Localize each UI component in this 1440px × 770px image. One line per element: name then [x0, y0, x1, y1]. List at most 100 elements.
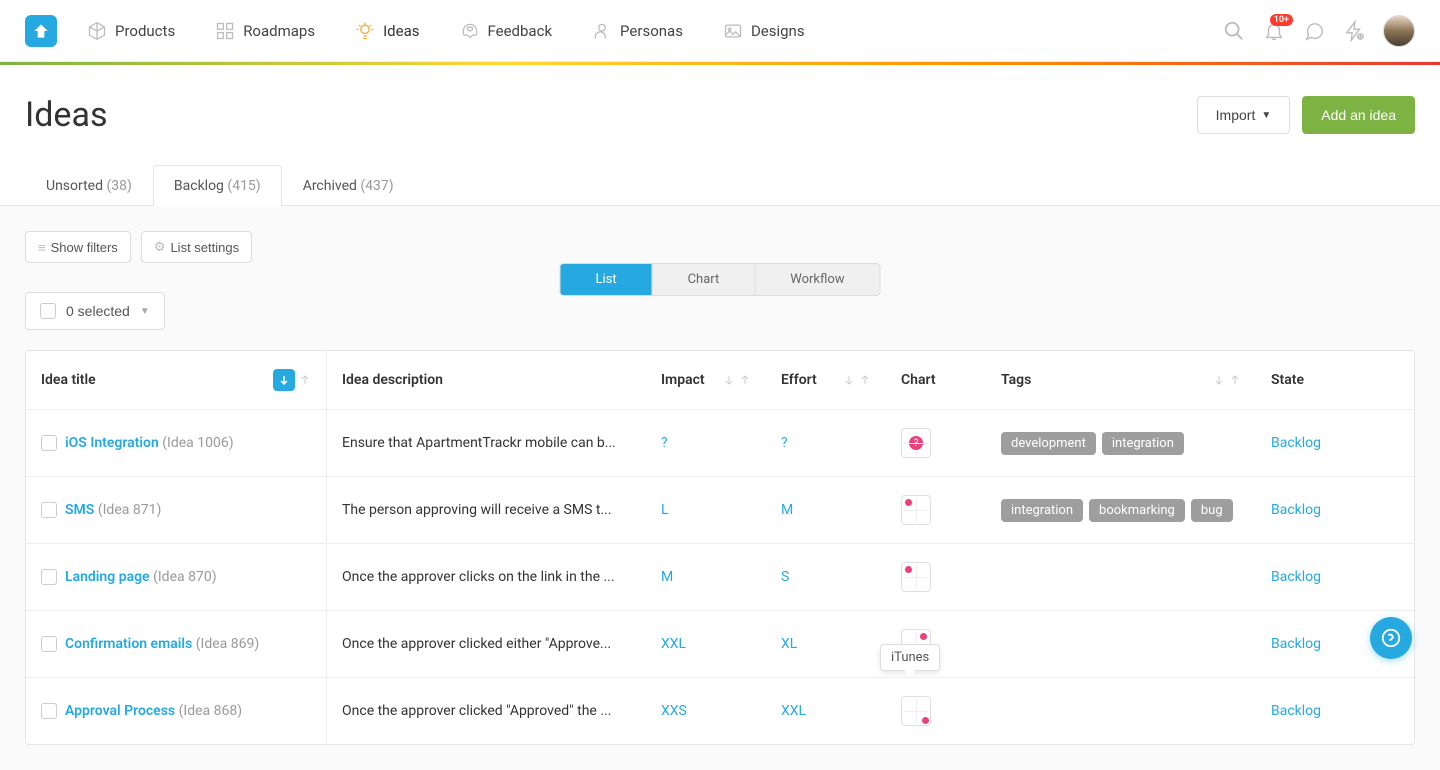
cell-title: Approval Process (Idea 868): [26, 678, 326, 744]
tag[interactable]: development: [1001, 432, 1096, 455]
table-row[interactable]: Approval Process (Idea 868)Once the appr…: [26, 678, 1414, 744]
idea-name-link[interactable]: SMS: [65, 502, 94, 518]
cell-state: Backlog: [1256, 678, 1406, 744]
row-checkbox[interactable]: [41, 435, 57, 451]
view-list[interactable]: List: [560, 264, 652, 295]
state-link[interactable]: Backlog: [1271, 569, 1321, 585]
state-link[interactable]: Backlog: [1271, 502, 1321, 518]
th-chart[interactable]: Chart: [886, 351, 986, 409]
impact-value[interactable]: M: [661, 569, 673, 585]
tab-unsorted[interactable]: Unsorted (38): [25, 165, 153, 206]
view-toggle: List Chart Workflow: [559, 263, 880, 296]
sort-up-icon[interactable]: [1229, 374, 1241, 386]
avatar[interactable]: [1383, 15, 1415, 47]
selected-label: 0 selected: [66, 303, 130, 319]
impact-value[interactable]: L: [661, 502, 669, 518]
tag[interactable]: integration: [1102, 432, 1184, 455]
idea-name-link[interactable]: Landing page: [65, 569, 150, 585]
nav-feedback[interactable]: Feedback: [460, 21, 553, 41]
checkbox[interactable]: [40, 303, 56, 319]
nav-personas[interactable]: Personas: [592, 21, 683, 41]
th-description[interactable]: Idea description: [326, 351, 646, 409]
sort-down-icon[interactable]: [1213, 374, 1225, 386]
th-effort[interactable]: Effort: [766, 351, 886, 409]
chart-mini[interactable]: [901, 696, 931, 726]
sort-controls: [1213, 374, 1241, 386]
tab-label: Backlog: [174, 178, 224, 194]
sort-up-icon[interactable]: [859, 374, 871, 386]
app-logo[interactable]: [25, 15, 57, 47]
search-icon[interactable]: [1223, 20, 1245, 42]
add-idea-button[interactable]: Add an idea: [1302, 96, 1415, 134]
sort-down-icon[interactable]: [843, 374, 855, 386]
th-title[interactable]: Idea title: [26, 351, 326, 409]
effort-value[interactable]: XL: [781, 636, 797, 652]
state-link[interactable]: Backlog: [1271, 636, 1321, 652]
show-filters-button[interactable]: ≡ Show filters: [25, 231, 131, 263]
cell-effort: M: [766, 477, 886, 543]
tabs: Unsorted (38) Backlog (415) Archived (43…: [0, 165, 1440, 206]
import-button[interactable]: Import ▼: [1197, 96, 1291, 134]
th-state[interactable]: State: [1256, 351, 1406, 409]
impact-value[interactable]: XXL: [661, 636, 686, 652]
tag[interactable]: bookmarking: [1089, 499, 1185, 522]
sort-up-icon[interactable]: [299, 374, 311, 386]
nav-ideas[interactable]: Ideas: [355, 21, 419, 41]
table-row[interactable]: SMS (Idea 871)The person approving will …: [26, 477, 1414, 544]
impact-value[interactable]: XXS: [661, 703, 687, 719]
impact-value[interactable]: ?: [661, 435, 668, 451]
chat-icon[interactable]: [1303, 20, 1325, 42]
tag[interactable]: integration: [1001, 499, 1083, 522]
page-title: Ideas: [25, 95, 108, 135]
bolt-icon[interactable]: [1343, 20, 1365, 42]
bell-icon[interactable]: 10+: [1263, 20, 1285, 42]
idea-name-link[interactable]: Confirmation emails: [65, 636, 192, 652]
row-checkbox[interactable]: [41, 636, 57, 652]
cell-chart: [886, 678, 986, 744]
tab-archived[interactable]: Archived (437): [282, 165, 415, 206]
view-chart[interactable]: Chart: [653, 264, 756, 295]
th-impact[interactable]: Impact: [646, 351, 766, 409]
row-checkbox[interactable]: [41, 703, 57, 719]
idea-name-link[interactable]: Approval Process: [65, 703, 175, 719]
row-checkbox[interactable]: [41, 502, 57, 518]
help-button[interactable]: [1370, 617, 1412, 659]
nav-label: Designs: [751, 22, 805, 40]
tab-count: (437): [360, 178, 393, 194]
row-checkbox[interactable]: [41, 569, 57, 585]
toolbar-left: ≡ Show filters ⚙ List settings: [25, 231, 1415, 263]
cell-impact: XXS: [646, 678, 766, 744]
sort-controls: [273, 369, 311, 391]
state-link[interactable]: Backlog: [1271, 435, 1321, 451]
nav-label: Ideas: [383, 22, 419, 40]
nav-roadmaps[interactable]: Roadmaps: [215, 21, 315, 41]
effort-value[interactable]: M: [781, 502, 793, 518]
sort-active-icon[interactable]: [273, 369, 295, 391]
chart-mini[interactable]: [901, 495, 931, 525]
tag[interactable]: bug: [1191, 499, 1233, 522]
table-row[interactable]: iOS Integration (Idea 1006)Ensure that A…: [26, 410, 1414, 477]
th-tags[interactable]: Tags: [986, 351, 1256, 409]
tab-backlog[interactable]: Backlog (415): [153, 165, 282, 206]
nav-products[interactable]: Products: [87, 21, 175, 41]
table-row[interactable]: Confirmation emails (Idea 869)Once the a…: [26, 611, 1414, 678]
nav-designs[interactable]: Designs: [723, 21, 805, 41]
caret-down-icon: ▼: [1261, 110, 1271, 121]
effort-value[interactable]: S: [781, 569, 789, 585]
grid-icon: [215, 21, 235, 41]
idea-name-link[interactable]: iOS Integration: [65, 435, 159, 451]
chart-dot: [905, 499, 912, 506]
selected-dropdown[interactable]: 0 selected ▼: [25, 292, 165, 330]
table-row[interactable]: Landing page (Idea 870)Once the approver…: [26, 544, 1414, 611]
chart-mini[interactable]: [901, 562, 931, 592]
state-link[interactable]: Backlog: [1271, 703, 1321, 719]
effort-value[interactable]: XXL: [781, 703, 806, 719]
view-workflow[interactable]: Workflow: [755, 264, 879, 295]
sort-down-icon[interactable]: [723, 374, 735, 386]
nav-label: Products: [115, 22, 175, 40]
list-settings-button[interactable]: ⚙ List settings: [141, 231, 252, 263]
sort-up-icon[interactable]: [739, 374, 751, 386]
gear-icon: ⚙: [154, 239, 166, 255]
chart-mini[interactable]: ?: [901, 428, 931, 458]
effort-value[interactable]: ?: [781, 435, 788, 451]
